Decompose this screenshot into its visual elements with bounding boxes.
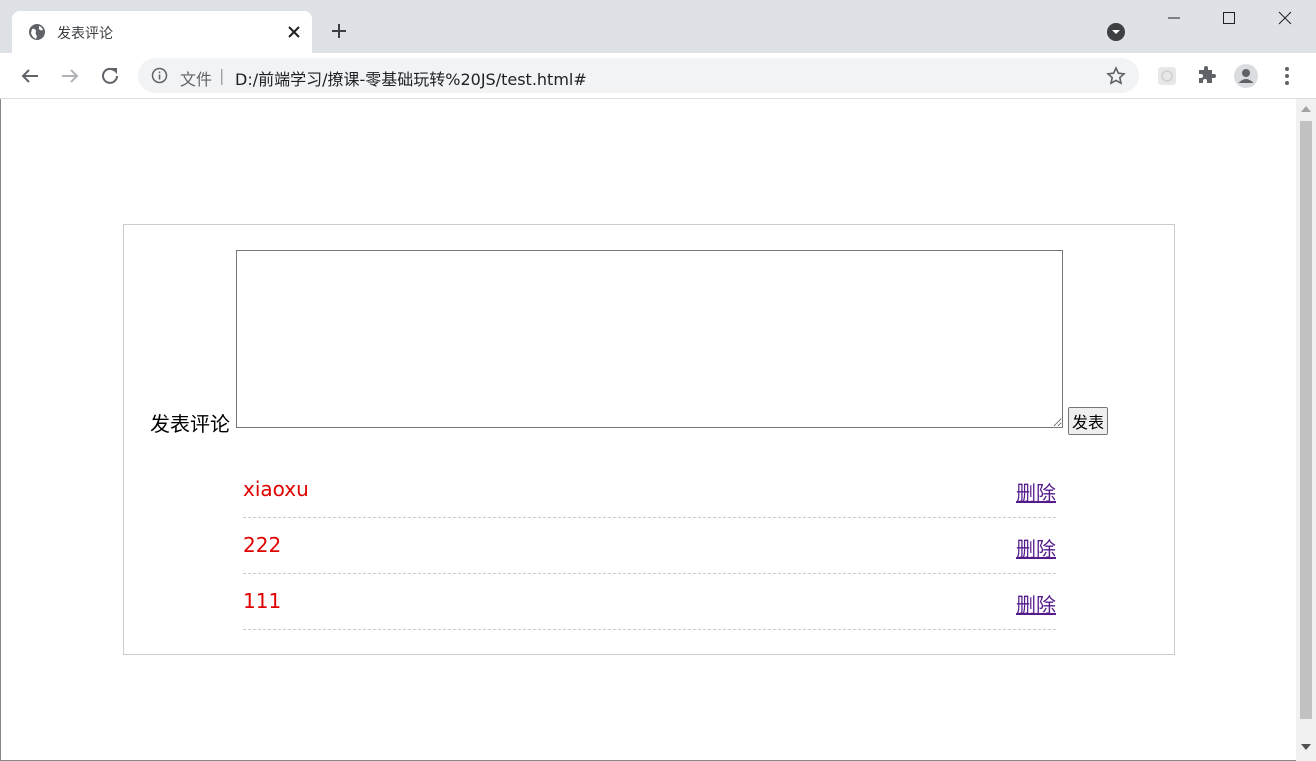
reload-icon[interactable] bbox=[98, 64, 122, 88]
submit-button[interactable]: 发表 bbox=[1068, 407, 1108, 435]
delete-link[interactable]: 删除 bbox=[1016, 533, 1056, 562]
puzzle-extensions-icon[interactable] bbox=[1195, 64, 1219, 88]
delete-link[interactable]: 删除 bbox=[1016, 477, 1056, 506]
back-arrow-icon[interactable] bbox=[18, 64, 42, 88]
scroll-down-arrow-icon[interactable] bbox=[1301, 744, 1311, 750]
comment-text: 222 bbox=[243, 533, 282, 557]
list-item: 222 删除 bbox=[243, 518, 1056, 574]
maximize-icon[interactable] bbox=[1201, 0, 1257, 36]
close-window-icon[interactable] bbox=[1257, 0, 1313, 36]
bookmark-star-icon[interactable] bbox=[1106, 66, 1126, 86]
comment-box: 发表评论 发表 xiaoxu 删除 222 删除 111 删除 bbox=[123, 224, 1175, 655]
comment-text: 111 bbox=[243, 589, 282, 613]
list-item: 111 删除 bbox=[243, 574, 1056, 630]
profile-avatar-icon[interactable] bbox=[1234, 64, 1258, 88]
active-tab[interactable]: 发表评论 bbox=[12, 11, 312, 53]
tab-search-icon[interactable] bbox=[1106, 22, 1126, 42]
form-label: 发表评论 bbox=[150, 412, 230, 436]
scheme-separator: | bbox=[219, 66, 225, 85]
url-text[interactable]: D:/前端学习/撩课-零基础玩转%20JS/test.html# bbox=[235, 66, 587, 90]
forward-arrow-icon[interactable] bbox=[58, 64, 82, 88]
tab-title: 发表评论 bbox=[57, 26, 113, 42]
comment-text: xiaoxu bbox=[243, 477, 309, 501]
scheme-label: 文件 bbox=[180, 70, 213, 89]
comment-textarea[interactable] bbox=[236, 250, 1063, 428]
vertical-scrollbar[interactable] bbox=[1296, 99, 1316, 761]
globe-icon bbox=[29, 24, 45, 40]
new-tab-icon[interactable] bbox=[329, 21, 349, 41]
extension-placeholder-icon[interactable] bbox=[1155, 64, 1179, 88]
scroll-up-arrow-icon[interactable] bbox=[1301, 106, 1311, 112]
tab-strip: 发表评论 bbox=[0, 0, 1316, 53]
address-bar[interactable]: 文件 | D:/前端学习/撩课-零基础玩转%20JS/test.html# bbox=[138, 58, 1139, 93]
minimize-icon[interactable] bbox=[1146, 0, 1202, 36]
browser-chrome: 发表评论 文件 | D:/前端学习/撩课-零基础玩转%20JS/test.htm… bbox=[0, 0, 1316, 99]
info-icon[interactable] bbox=[151, 67, 168, 84]
comment-list: xiaoxu 删除 222 删除 111 删除 bbox=[243, 462, 1056, 630]
list-item: xiaoxu 删除 bbox=[243, 462, 1056, 518]
page-viewport: 发表评论 发表 xiaoxu 删除 222 删除 111 删除 bbox=[0, 99, 1296, 761]
kebab-menu-icon[interactable] bbox=[1275, 64, 1299, 88]
close-tab-icon[interactable] bbox=[284, 22, 304, 42]
delete-link[interactable]: 删除 bbox=[1016, 589, 1056, 618]
scrollbar-thumb[interactable] bbox=[1300, 121, 1312, 719]
toolbar: 文件 | D:/前端学习/撩课-零基础玩转%20JS/test.html# bbox=[0, 53, 1316, 99]
